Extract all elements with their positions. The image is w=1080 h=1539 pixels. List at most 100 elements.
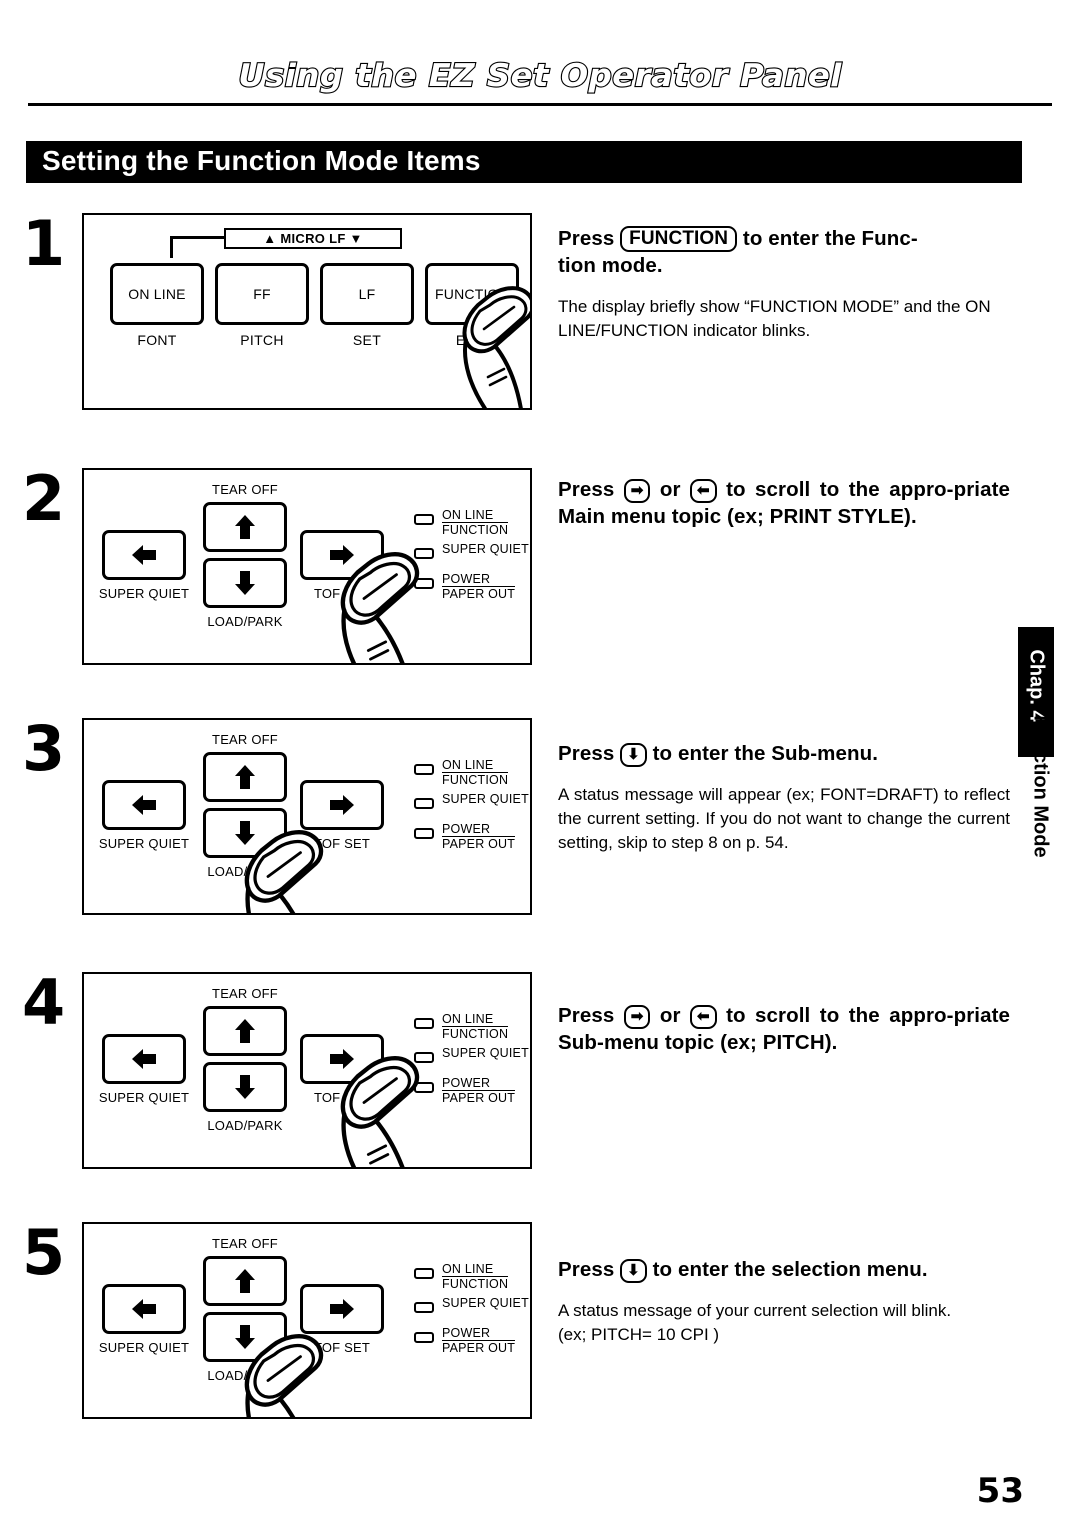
step-5-sub-line2: (ex; PITCH= 10 CPI ) (558, 1325, 720, 1344)
key-on-line[interactable]: ON LINE (110, 263, 204, 325)
load-park-label: LOAD/PARK (207, 864, 283, 879)
step-2-keycap-right[interactable]: ➡ (623, 479, 651, 503)
led-label-0: ON LINE FUNCTION (442, 508, 509, 537)
step-2-keycap-left[interactable]: ⬅ (690, 479, 717, 503)
led-label-2: POWER PAPER OUT (442, 1326, 516, 1355)
key-lf[interactable]: LF (320, 263, 414, 325)
step-2-main-mid: or (650, 478, 690, 501)
step-1-main-text: Press FUNCTION to enter the Func- tion m… (558, 225, 1010, 279)
step-1-instructions: Press FUNCTION to enter the Func- tion m… (558, 225, 1010, 343)
section-title-bar: Setting the Function Mode Items (26, 141, 1022, 183)
led-label-1: SUPER QUIET (442, 792, 529, 806)
led-label-1: SUPER QUIET (442, 542, 529, 556)
led-label-line2-2: PAPER OUT (442, 837, 516, 851)
step-4-main-text: Press ➡ or ⬅ to scroll to the appro-pria… (558, 1002, 1010, 1056)
step-4-press-word: Press (558, 1004, 624, 1027)
led-label-line2-2: PAPER OUT (442, 1091, 516, 1105)
header-rule (28, 103, 1052, 106)
led-indicator-1 (414, 798, 434, 809)
step-3-sub-text: A status message will appear (ex; FONT=D… (558, 785, 1010, 852)
step-3-keycap-down[interactable]: ⬇ (620, 743, 647, 767)
key-up-arrow[interactable] (203, 752, 287, 802)
key-right-arrow[interactable] (300, 530, 384, 580)
load-park-label: LOAD/PARK (207, 1118, 283, 1133)
step-4-keycap-left[interactable]: ⬅ (690, 1005, 717, 1029)
section-title-label: Setting the Function Mode Items (42, 145, 481, 176)
led-label-line2-2: PAPER OUT (442, 1341, 516, 1355)
key-up-arrow[interactable] (203, 502, 287, 552)
key-right-arrow[interactable] (300, 1284, 384, 1334)
key-up-arrow[interactable] (203, 1256, 287, 1306)
step-1-press-word: Press (558, 227, 621, 250)
led-label-line1-1: SUPER QUIET (442, 792, 529, 806)
led-indicator-0 (414, 764, 434, 775)
chapter-subject-label: Function Mode (1029, 715, 1052, 858)
step-4-keycap-right[interactable]: ➡ (623, 1005, 651, 1029)
key-left-arrow[interactable] (102, 780, 186, 830)
led-label-2: POWER PAPER OUT (442, 572, 516, 601)
operator-panel-diagram-step2: TEAR OFF LOAD/PARK SUPER QUIET TOF SET ON LI… (82, 468, 532, 665)
step-5-main-post: to enter the selection menu. (646, 1258, 928, 1281)
micro-lf-leader-drop (170, 236, 173, 258)
led-indicator-2 (414, 1082, 434, 1093)
key-down-arrow[interactable] (203, 1312, 287, 1362)
key-on-line-sublabel: FONT (137, 332, 177, 348)
step-5-sub-text: A status message of your current selecti… (558, 1301, 952, 1320)
tof-set-label: TOF SET (313, 1340, 371, 1355)
step-1: 1 ▲ MICRO LF ▼ ON LINE FONT FF PITCH LF … (0, 213, 1080, 428)
led-indicator-1 (414, 1052, 434, 1063)
step-3-press-word: Press (558, 742, 621, 765)
tear-off-label: TEAR OFF (212, 1236, 278, 1251)
key-left-arrow[interactable] (102, 1034, 186, 1084)
step-3-instructions: Press ⬇ to enter the Sub-menu. A status … (558, 740, 1010, 855)
led-label-0: ON LINE FUNCTION (442, 1262, 509, 1291)
led-label-line1-0: ON LINE (442, 1262, 509, 1277)
key-right-arrow[interactable] (300, 780, 384, 830)
led-label-line2-0: FUNCTION (442, 1027, 509, 1041)
led-indicator-0 (414, 514, 434, 525)
step-3: 3 TEAR OFF LOAD/PARK SUPER QUIET TOF SET ON … (0, 718, 1080, 918)
key-right-arrow[interactable] (300, 1034, 384, 1084)
step-2-main-text: Press ➡ or ⬅ to scroll to the appro-pria… (558, 476, 1010, 530)
led-indicator-1 (414, 548, 434, 559)
led-label-0: ON LINE FUNCTION (442, 1012, 509, 1041)
key-down-arrow[interactable] (203, 808, 287, 858)
led-label-line1-2: POWER (442, 572, 516, 587)
step-4: 4 TEAR OFF LOAD/PARK SUPER QUIET TOF SET ON … (0, 972, 1080, 1172)
step-5-keycap-down[interactable]: ⬇ (620, 1259, 647, 1283)
step-1-main-line2: tion mode. (558, 254, 663, 277)
key-ff[interactable]: FF (215, 263, 309, 325)
page-number: 53 (976, 1471, 1024, 1511)
led-indicator-2 (414, 828, 434, 839)
led-label-line1-0: ON LINE (442, 1012, 509, 1027)
led-label-line2-0: FUNCTION (442, 523, 509, 537)
step-number-3: 3 (22, 712, 66, 785)
step-5-press-word: Press (558, 1258, 621, 1281)
key-left-arrow[interactable] (102, 1284, 186, 1334)
step-5-main-text: Press ⬇ to enter the selection menu. (558, 1256, 1010, 1283)
key-left-arrow[interactable] (102, 530, 186, 580)
step-4-main-mid: or (650, 1004, 690, 1027)
step-number-4: 4 (22, 966, 66, 1039)
key-up-arrow[interactable] (203, 1006, 287, 1056)
operator-panel-diagram-step4: TEAR OFF LOAD/PARK SUPER QUIET TOF SET ON LI… (82, 972, 532, 1169)
key-function[interactable]: FUNCTION (425, 263, 519, 325)
tof-set-label: TOF SET (313, 836, 371, 851)
super-quiet-label: SUPER QUIET (98, 1340, 190, 1355)
step-number-1: 1 (22, 207, 66, 280)
step-1-keycap-function[interactable]: FUNCTION (620, 226, 738, 252)
led-label-line2-0: FUNCTION (442, 773, 509, 787)
super-quiet-label: SUPER QUIET (98, 836, 190, 851)
step-2-instructions: Press ➡ or ⬅ to scroll to the appro-pria… (558, 476, 1010, 530)
tof-set-label: TOF SET (313, 586, 371, 601)
led-label-line2-2: PAPER OUT (442, 587, 516, 601)
led-label-line1-0: ON LINE (442, 508, 509, 523)
step-4-instructions: Press ➡ or ⬅ to scroll to the appro-pria… (558, 1002, 1010, 1056)
key-down-arrow[interactable] (203, 1062, 287, 1112)
key-down-arrow[interactable] (203, 558, 287, 608)
operator-panel-diagram-step5: TEAR OFF LOAD/PARK SUPER QUIET TOF SET ON LI… (82, 1222, 532, 1419)
led-label-line1-1: SUPER QUIET (442, 1046, 529, 1060)
key-ff-sublabel: PITCH (240, 332, 284, 348)
key-function-sublabel: EXIT (455, 332, 489, 348)
key-lf-label: LF (358, 286, 376, 302)
